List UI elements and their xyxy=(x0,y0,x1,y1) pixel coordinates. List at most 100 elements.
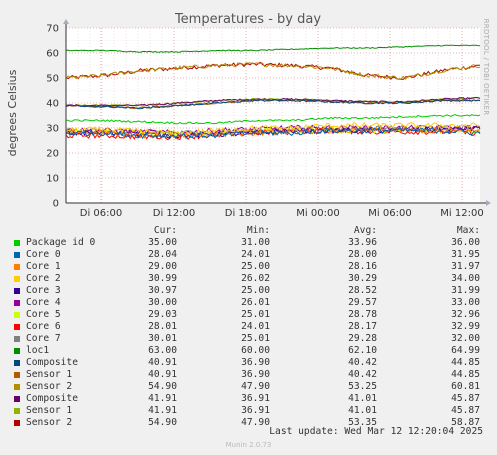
legend-min: 31.00 xyxy=(241,237,270,248)
legend-row: loc1 63.00 60.00 62.10 64.99 xyxy=(10,345,490,357)
x-tick-label: Mi 06:00 xyxy=(368,208,411,219)
x-tick-label: Di 18:00 xyxy=(225,208,267,219)
legend-cur: 35.00 xyxy=(148,237,177,248)
legend-cur: 54.90 xyxy=(148,381,177,392)
legend-cur: 54.90 xyxy=(148,417,177,428)
legend-max: 32.99 xyxy=(451,321,480,332)
legend-swatch xyxy=(14,396,20,402)
legend-row: Sensor 2 54.90 47.90 53.25 60.81 xyxy=(10,381,490,393)
legend-row: Core 0 28.04 24.01 28.00 31.95 xyxy=(10,249,490,261)
legend-min: 47.90 xyxy=(241,417,270,428)
legend-cur: 30.00 xyxy=(148,297,177,308)
legend-cur: 29.03 xyxy=(148,309,177,320)
y-ticks: 0 10 20 30 40 50 60 70 xyxy=(46,24,59,210)
x-tick-label: Mi 12:00 xyxy=(440,208,483,219)
legend-cur: 30.01 xyxy=(148,333,177,344)
legend-rows: Package id 0 35.00 31.00 33.96 36.00 Core 0 28… xyxy=(10,237,490,429)
legend-row: Composite 41.91 36.91 41.01 45.87 xyxy=(10,393,490,405)
y-tick-label: 50 xyxy=(46,74,59,85)
x-axis-arrow xyxy=(486,200,491,206)
legend-swatch xyxy=(14,348,20,354)
legend-max: 64.99 xyxy=(451,345,480,356)
legend-header: Cur: Min: Avg: Max: xyxy=(10,225,490,237)
legend-row: Composite 40.91 36.90 40.42 44.85 xyxy=(10,357,490,369)
side-credit: RRDTOOL / TOBI OETIKER xyxy=(482,19,490,116)
legend-max: 32.00 xyxy=(451,333,480,344)
legend-row: Core 2 30.99 26.02 30.29 34.00 xyxy=(10,273,490,285)
legend-avg: 53.25 xyxy=(348,381,377,392)
legend-max: 45.87 xyxy=(451,405,480,416)
legend-min: 25.00 xyxy=(241,261,270,272)
header-max: Max: xyxy=(456,225,480,236)
chart-title: Temperatures - by day xyxy=(174,12,321,27)
legend-max: 44.85 xyxy=(451,357,480,368)
legend-swatch xyxy=(14,420,20,426)
legend-avg: 30.29 xyxy=(348,273,377,284)
legend-min: 36.91 xyxy=(241,393,270,404)
y-tick-label: 70 xyxy=(46,24,59,35)
legend-min: 36.91 xyxy=(241,405,270,416)
legend-name: Core 0 xyxy=(26,249,61,260)
legend-cur: 41.91 xyxy=(148,393,177,404)
legend-cur: 28.01 xyxy=(148,321,177,332)
legend-min: 24.01 xyxy=(241,249,270,260)
legend-min: 60.00 xyxy=(241,345,270,356)
y-tick-label: 20 xyxy=(46,149,59,160)
legend-cur: 63.00 xyxy=(148,345,177,356)
legend-row: Core 7 30.01 25.01 29.28 32.00 xyxy=(10,333,490,345)
legend-swatch xyxy=(14,300,20,306)
legend-min: 36.90 xyxy=(241,357,270,368)
legend-min: 36.90 xyxy=(241,369,270,380)
x-ticks: Di 06:00 Di 12:00 Di 18:00 Mi 00:00 Mi 06:00… xyxy=(80,208,484,219)
legend-row: Core 1 29.00 25.00 28.16 31.97 xyxy=(10,261,490,273)
legend-cur: 28.04 xyxy=(148,249,177,260)
legend-avg: 28.17 xyxy=(348,321,377,332)
legend-row: Core 6 28.01 24.01 28.17 32.99 xyxy=(10,321,490,333)
legend-max: 60.81 xyxy=(451,381,480,392)
legend-max: 32.96 xyxy=(451,309,480,320)
legend-cur: 30.97 xyxy=(148,285,177,296)
legend-avg: 28.78 xyxy=(348,309,377,320)
x-tick-label: Mi 00:00 xyxy=(296,208,339,219)
legend-avg: 41.01 xyxy=(348,405,377,416)
legend-name: Core 4 xyxy=(26,297,61,308)
legend-swatch xyxy=(14,264,20,270)
legend-avg: 28.52 xyxy=(348,285,377,296)
legend-name: Sensor 2 xyxy=(26,417,73,428)
legend-name: Core 5 xyxy=(26,309,61,320)
legend-swatch xyxy=(14,372,20,378)
legend-avg: 40.42 xyxy=(348,357,377,368)
legend-swatch xyxy=(14,276,20,282)
legend-max: 31.95 xyxy=(451,249,480,260)
y-tick-label: 10 xyxy=(46,174,59,185)
legend-avg: 29.28 xyxy=(348,333,377,344)
header-min: Min: xyxy=(246,225,270,236)
legend-avg: 33.96 xyxy=(348,237,377,248)
legend-max: 31.99 xyxy=(451,285,480,296)
legend-avg: 41.01 xyxy=(348,393,377,404)
legend-cur: 30.99 xyxy=(148,273,177,284)
legend-min: 25.01 xyxy=(241,333,270,344)
legend-name: Sensor 2 xyxy=(26,381,73,392)
legend-avg: 62.10 xyxy=(348,345,377,356)
header-cur: Cur: xyxy=(153,225,177,236)
legend-max: 44.85 xyxy=(451,369,480,380)
legend-name: Composite xyxy=(26,357,78,368)
legend-name: Core 6 xyxy=(26,321,61,332)
legend-swatch xyxy=(14,360,20,366)
legend-max: 31.97 xyxy=(451,261,480,272)
legend-cur: 40.91 xyxy=(148,369,177,380)
legend-min: 26.02 xyxy=(241,273,270,284)
legend-name: Sensor 1 xyxy=(26,369,73,380)
legend-max: 33.00 xyxy=(451,297,480,308)
legend-cur: 29.00 xyxy=(148,261,177,272)
legend-avg: 28.16 xyxy=(348,261,377,272)
legend-swatch xyxy=(14,288,20,294)
legend-min: 25.01 xyxy=(241,309,270,320)
legend-max: 45.87 xyxy=(451,393,480,404)
legend-row: Sensor 1 41.91 36.91 41.01 45.87 xyxy=(10,405,490,417)
legend-cur: 41.91 xyxy=(148,405,177,416)
legend-avg: 28.00 xyxy=(348,249,377,260)
legend-min: 26.01 xyxy=(241,297,270,308)
legend-swatch xyxy=(14,336,20,342)
